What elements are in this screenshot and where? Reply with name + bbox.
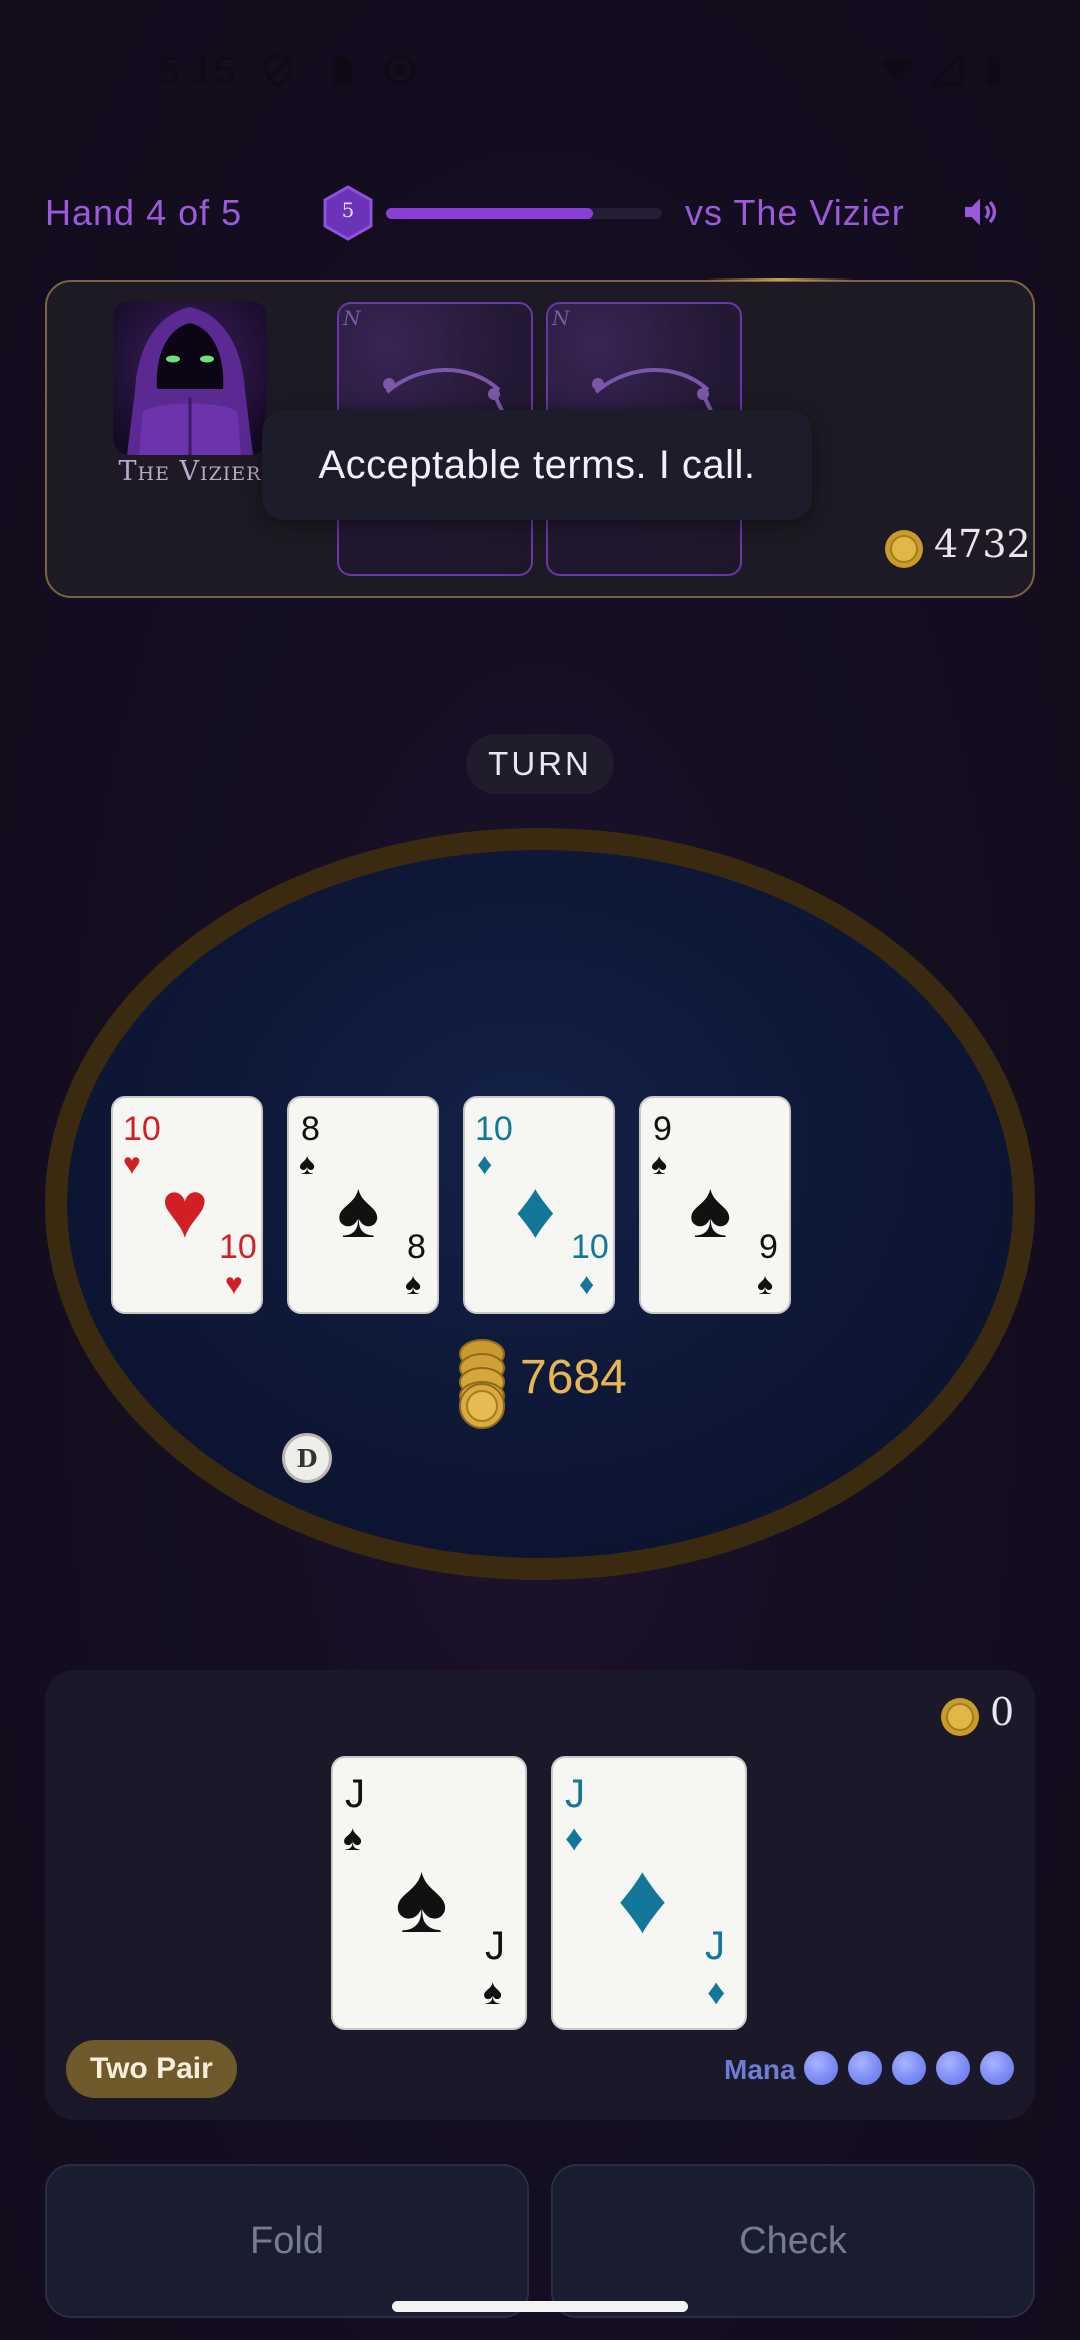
opponent-label: vs The Vizier — [685, 192, 905, 233]
card-suit-icon: ♦ — [565, 1817, 584, 1858]
panel-glow — [705, 278, 855, 281]
opponent-chip-count: 4732 — [934, 522, 1031, 566]
card-suit-icon: ♦ — [477, 1148, 493, 1181]
card-center-suit-icon: ♠ — [337, 1165, 380, 1254]
card-rank: 9 — [759, 1228, 778, 1266]
coin-icon — [941, 1698, 979, 1736]
card-rank: 10 — [475, 1110, 513, 1148]
board-card: 10 ♥ ♥ 10 ♥ — [111, 1096, 263, 1314]
signal-icon — [928, 52, 963, 87]
fold-button[interactable]: Fold — [45, 2164, 529, 2318]
board-card: 10 ♦ ♦ 10 ♦ — [463, 1096, 615, 1314]
match-progress-fill — [386, 208, 593, 219]
card-rank: 10 — [123, 1110, 161, 1148]
pot-chip-stack-icon — [459, 1339, 505, 1429]
mana-orb — [980, 2051, 1014, 2085]
sim-icon — [332, 55, 352, 85]
card-rank: 8 — [407, 1228, 426, 1266]
mana-label: Mana — [724, 2054, 796, 2085]
battery-icon — [986, 55, 1002, 85]
sound-icon[interactable] — [960, 192, 1000, 232]
pot-amount: 7684 — [520, 1351, 627, 1404]
card-rank: 8 — [301, 1110, 320, 1148]
coin-icon — [885, 530, 923, 568]
hand-rank-badge: Two Pair — [66, 2040, 237, 2098]
home-indicator[interactable] — [392, 2301, 688, 2312]
card-suit-icon: ♠ — [757, 1268, 773, 1301]
player-chip-count: 0 — [990, 1690, 1015, 1734]
card-suit-icon: ♥ — [225, 1268, 243, 1301]
board-card: 8 ♠ ♠ 8 ♠ — [287, 1096, 439, 1314]
board-card: 9 ♠ ♠ 9 ♠ — [639, 1096, 791, 1314]
card-rank: 9 — [653, 1110, 672, 1148]
dealer-button: D — [282, 1433, 332, 1483]
card-suit-icon: ♦ — [579, 1268, 595, 1301]
card-rank: J — [565, 1772, 585, 1816]
opponent-name: The Vizier — [118, 456, 262, 487]
wifi-icon — [881, 57, 915, 84]
mana-orb — [848, 2051, 882, 2085]
status-time: 5:15 — [158, 50, 236, 92]
card-rank: 10 — [571, 1228, 609, 1266]
hand-counter: Hand 4 of 5 — [45, 192, 243, 233]
mana-orb — [804, 2051, 838, 2085]
card-center-suit-icon: ♠ — [689, 1165, 732, 1254]
card-center-suit-icon: ♠ — [395, 1842, 449, 1954]
mana-orb — [936, 2051, 970, 2085]
card-suit-icon: ♠ — [405, 1268, 421, 1301]
check-button[interactable]: Check — [551, 2164, 1035, 2318]
card-center-suit-icon: ♦ — [617, 1842, 669, 1954]
card-center-suit-icon: ♦ — [515, 1165, 556, 1254]
mana-orb — [892, 2051, 926, 2085]
circle-status-icon — [384, 54, 416, 86]
opponent-speech-bubble: Acceptable terms. I call. — [262, 410, 812, 520]
level-number: 5 — [341, 198, 355, 222]
card-rank: 10 — [219, 1228, 257, 1266]
player-hole-card[interactable]: J ♠ ♠ J ♠ — [331, 1756, 527, 2030]
card-rank: J — [485, 1924, 505, 1968]
card-suit-icon: ♠ — [343, 1817, 363, 1858]
player-hole-card[interactable]: J ♦ ♦ J ♦ — [551, 1756, 747, 2030]
card-suit-icon: ♥ — [123, 1148, 141, 1181]
opponent-avatar — [113, 301, 267, 455]
card-suit-icon: ♦ — [707, 1971, 726, 2012]
card-rank: J — [345, 1772, 365, 1816]
card-center-suit-icon: ♥ — [161, 1165, 209, 1254]
card-suit-icon: ♠ — [651, 1148, 667, 1181]
shield-icon — [264, 53, 292, 87]
street-badge: TURN — [466, 734, 614, 794]
card-suit-icon: ♠ — [483, 1971, 503, 2012]
card-rank: J — [705, 1924, 725, 1968]
card-suit-icon: ♠ — [299, 1148, 315, 1181]
